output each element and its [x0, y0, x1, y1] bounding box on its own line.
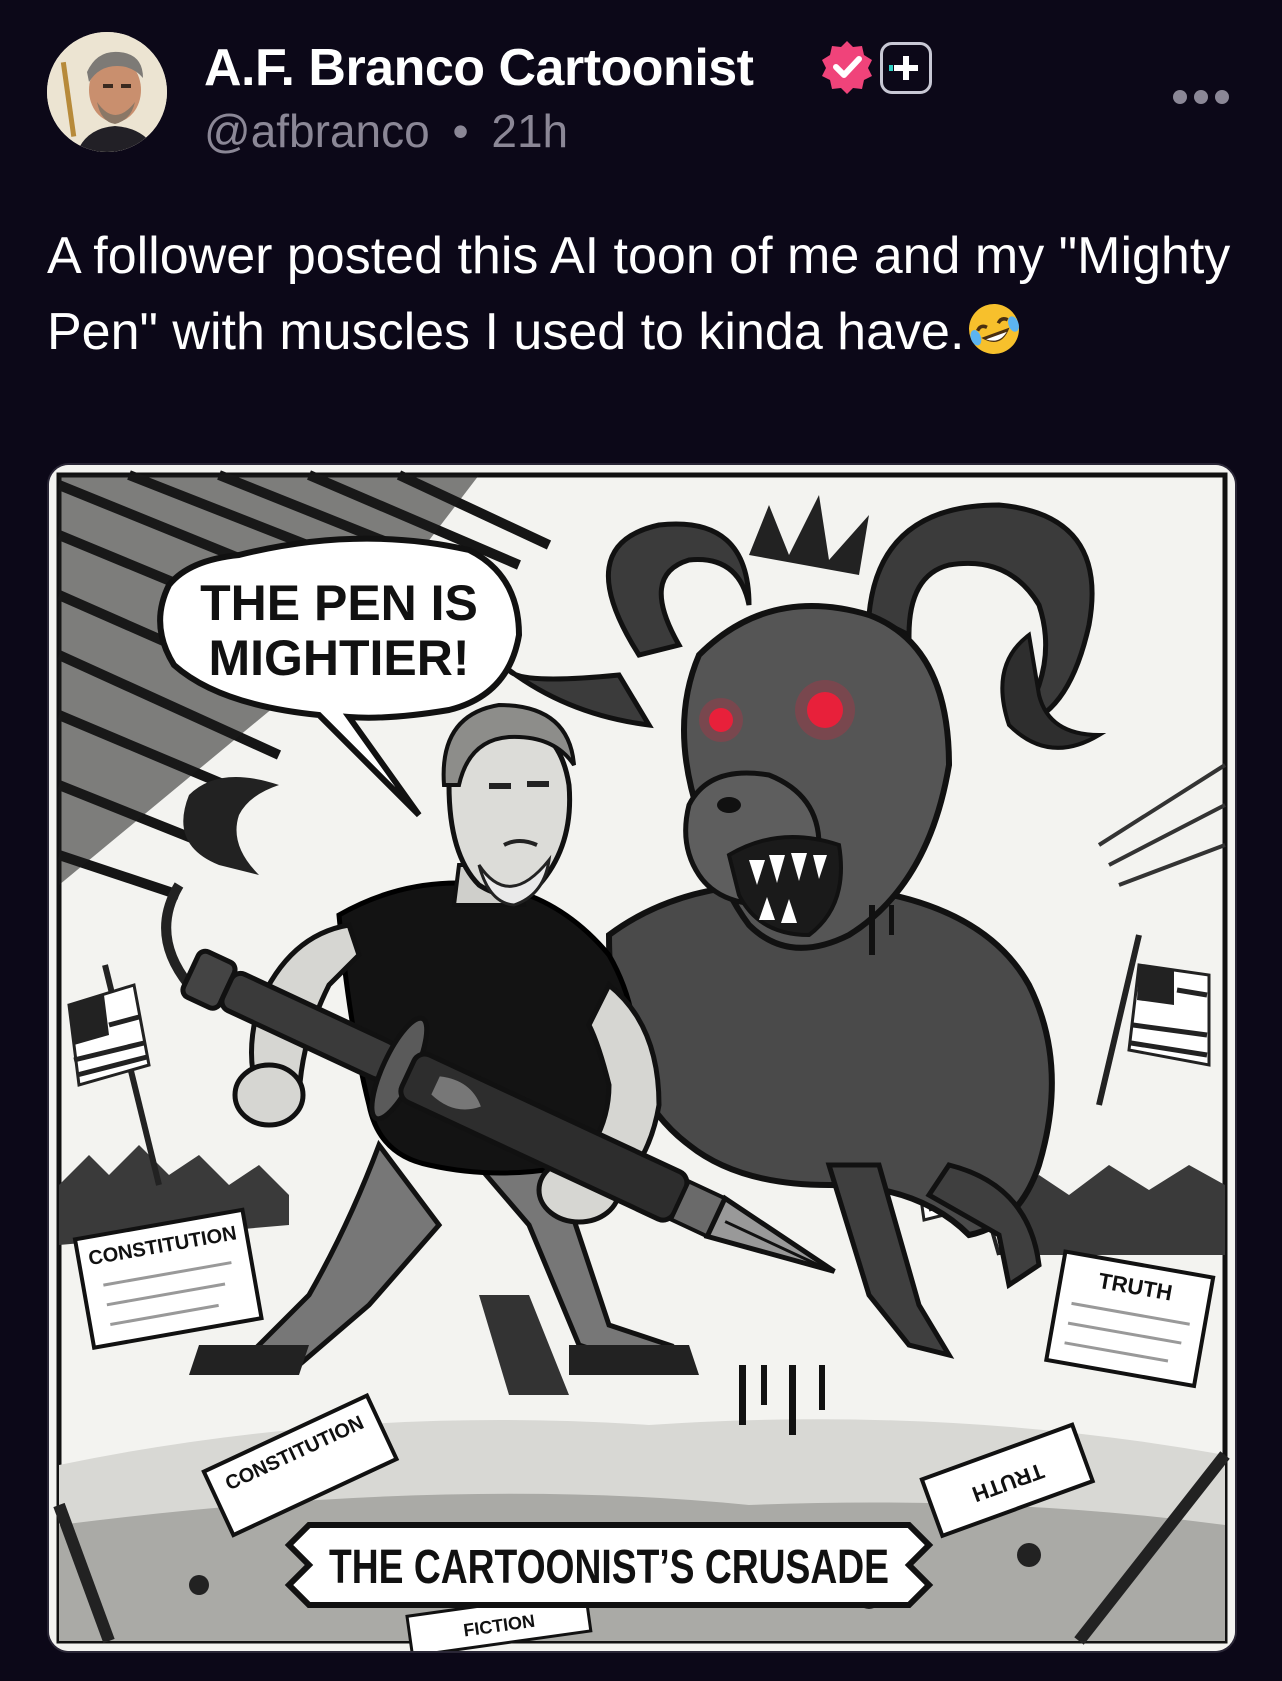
author-meta: @afbranco • 21h	[204, 104, 568, 158]
post-media-image[interactable]: THE PEN IS MIGHTIER! CONSTITUTION TRUTH …	[47, 463, 1237, 1653]
verified-badge-icon	[818, 38, 876, 96]
title-banner: THE CARTOONIST’S CRUSADE	[284, 1522, 934, 1608]
author-avatar[interactable]	[47, 32, 167, 152]
rolling-on-floor-laughing-emoji	[966, 301, 1022, 357]
paper-truth-right: TRUTH	[1044, 1249, 1216, 1389]
meta-separator: •	[452, 105, 469, 157]
post-timestamp[interactable]: 21h	[491, 105, 568, 157]
post-body: A follower posted this AI toon of me and…	[47, 218, 1237, 370]
author-handle[interactable]: @afbranco	[204, 105, 430, 157]
post-header: A.F. Branco Cartoonist @afbranco • 21h	[0, 0, 1282, 180]
ellipsis-icon	[1173, 90, 1229, 104]
speech-line-2: MIGHTIER!	[208, 630, 469, 686]
add-follow-button[interactable]	[880, 42, 932, 94]
post-text: A follower posted this AI toon of me and…	[47, 227, 1231, 361]
more-options-button[interactable]	[1170, 80, 1232, 114]
author-display-name[interactable]: A.F. Branco Cartoonist	[204, 38, 754, 98]
plus-icon	[889, 56, 918, 80]
speech-line-1: THE PEN IS	[200, 575, 478, 631]
cartoon-illustration: THE PEN IS MIGHTIER! CONSTITUTION TRUTH …	[49, 465, 1235, 1651]
banner-text: THE CARTOONIST’S CRUSADE	[329, 1541, 889, 1594]
